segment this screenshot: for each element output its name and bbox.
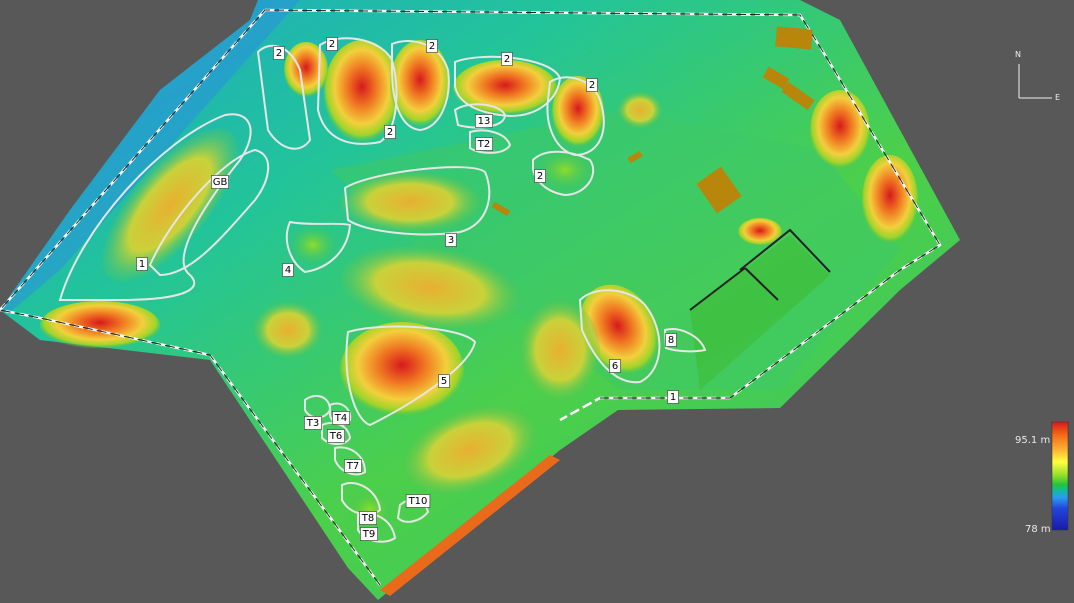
compass [1018, 64, 1052, 99]
zone-label[interactable]: T4 [332, 411, 350, 425]
hill [254, 302, 322, 358]
hill [284, 42, 328, 98]
zone-label-text: T10 [408, 496, 428, 507]
zone-label[interactable]: 2 [273, 46, 285, 60]
zone-label[interactable]: 2 [534, 169, 546, 183]
zone-label[interactable]: 1 [136, 257, 148, 271]
zone-label-text: 1 [139, 259, 145, 270]
zone-label[interactable]: 6 [609, 359, 621, 373]
zone-label[interactable]: 2 [326, 37, 338, 51]
zone-label-text: T6 [329, 431, 342, 442]
zone-label[interactable]: 2 [426, 39, 438, 53]
hill [340, 322, 464, 418]
legend-min-label: 78 m [1025, 524, 1051, 535]
zone-label[interactable]: 2 [586, 78, 598, 92]
building [775, 26, 813, 50]
legend-max-label: 95.1 m [1015, 435, 1051, 446]
zone-label[interactable]: T9 [360, 527, 378, 541]
zone-label-text: 4 [285, 265, 291, 276]
compass-east-label: E [1055, 93, 1061, 102]
zone-label-text: T4 [334, 413, 347, 424]
zone-label-text: 2 [589, 80, 595, 91]
zone-label[interactable]: T7 [344, 459, 362, 473]
zone-label-text: T7 [346, 461, 359, 472]
elevation-color-scale [1051, 421, 1069, 531]
zone-label-text: 1 [670, 392, 676, 403]
zone-label-text: 2 [387, 127, 393, 138]
elevation-map: 2 2 2 2 2 2 13 T2 2 GB 1 3 4 5 6 8 1 T3 … [0, 0, 1069, 600]
compass-north-label: N [1015, 50, 1021, 59]
zone-label-text: T9 [362, 529, 375, 540]
hill [618, 92, 662, 128]
zone-label[interactable]: T10 [405, 494, 431, 508]
zone-label-text: 5 [441, 376, 447, 387]
zone-label[interactable]: 13 [475, 114, 493, 128]
zone-label-text: 13 [478, 116, 491, 127]
zone-label[interactable]: T3 [304, 416, 322, 430]
zone-label[interactable]: 2 [384, 125, 396, 139]
zone-label-text: 6 [612, 361, 618, 372]
zone-label-text: 2 [504, 54, 510, 65]
zone-label[interactable]: GB [211, 175, 229, 189]
zone-label[interactable]: 1 [667, 390, 679, 404]
zone-label[interactable]: 3 [445, 233, 457, 247]
zone-label[interactable]: T6 [327, 429, 345, 443]
zone-label-text: T2 [477, 139, 490, 150]
zone-label-text: T3 [306, 418, 319, 429]
hill [520, 300, 600, 400]
zone-label-text: 3 [448, 235, 454, 246]
hill [862, 155, 918, 245]
zone-label[interactable]: 5 [438, 374, 450, 388]
hill [40, 301, 160, 349]
zone-label[interactable]: 4 [282, 263, 294, 277]
zone-label-text: 8 [668, 335, 674, 346]
zone-label[interactable]: 2 [501, 52, 513, 66]
zone-label[interactable]: 8 [665, 333, 677, 347]
zone-label[interactable]: T2 [475, 137, 493, 151]
zone-label[interactable]: T8 [359, 511, 377, 525]
hill [289, 225, 337, 265]
zone-label-text: 2 [429, 41, 435, 52]
hill [810, 90, 870, 170]
zone-label-text: 2 [276, 48, 282, 59]
zone-label-text: GB [213, 177, 228, 188]
zone-label-text: T8 [361, 513, 374, 524]
zone-label-text: 2 [329, 39, 335, 50]
zone-label-text: 2 [537, 171, 543, 182]
